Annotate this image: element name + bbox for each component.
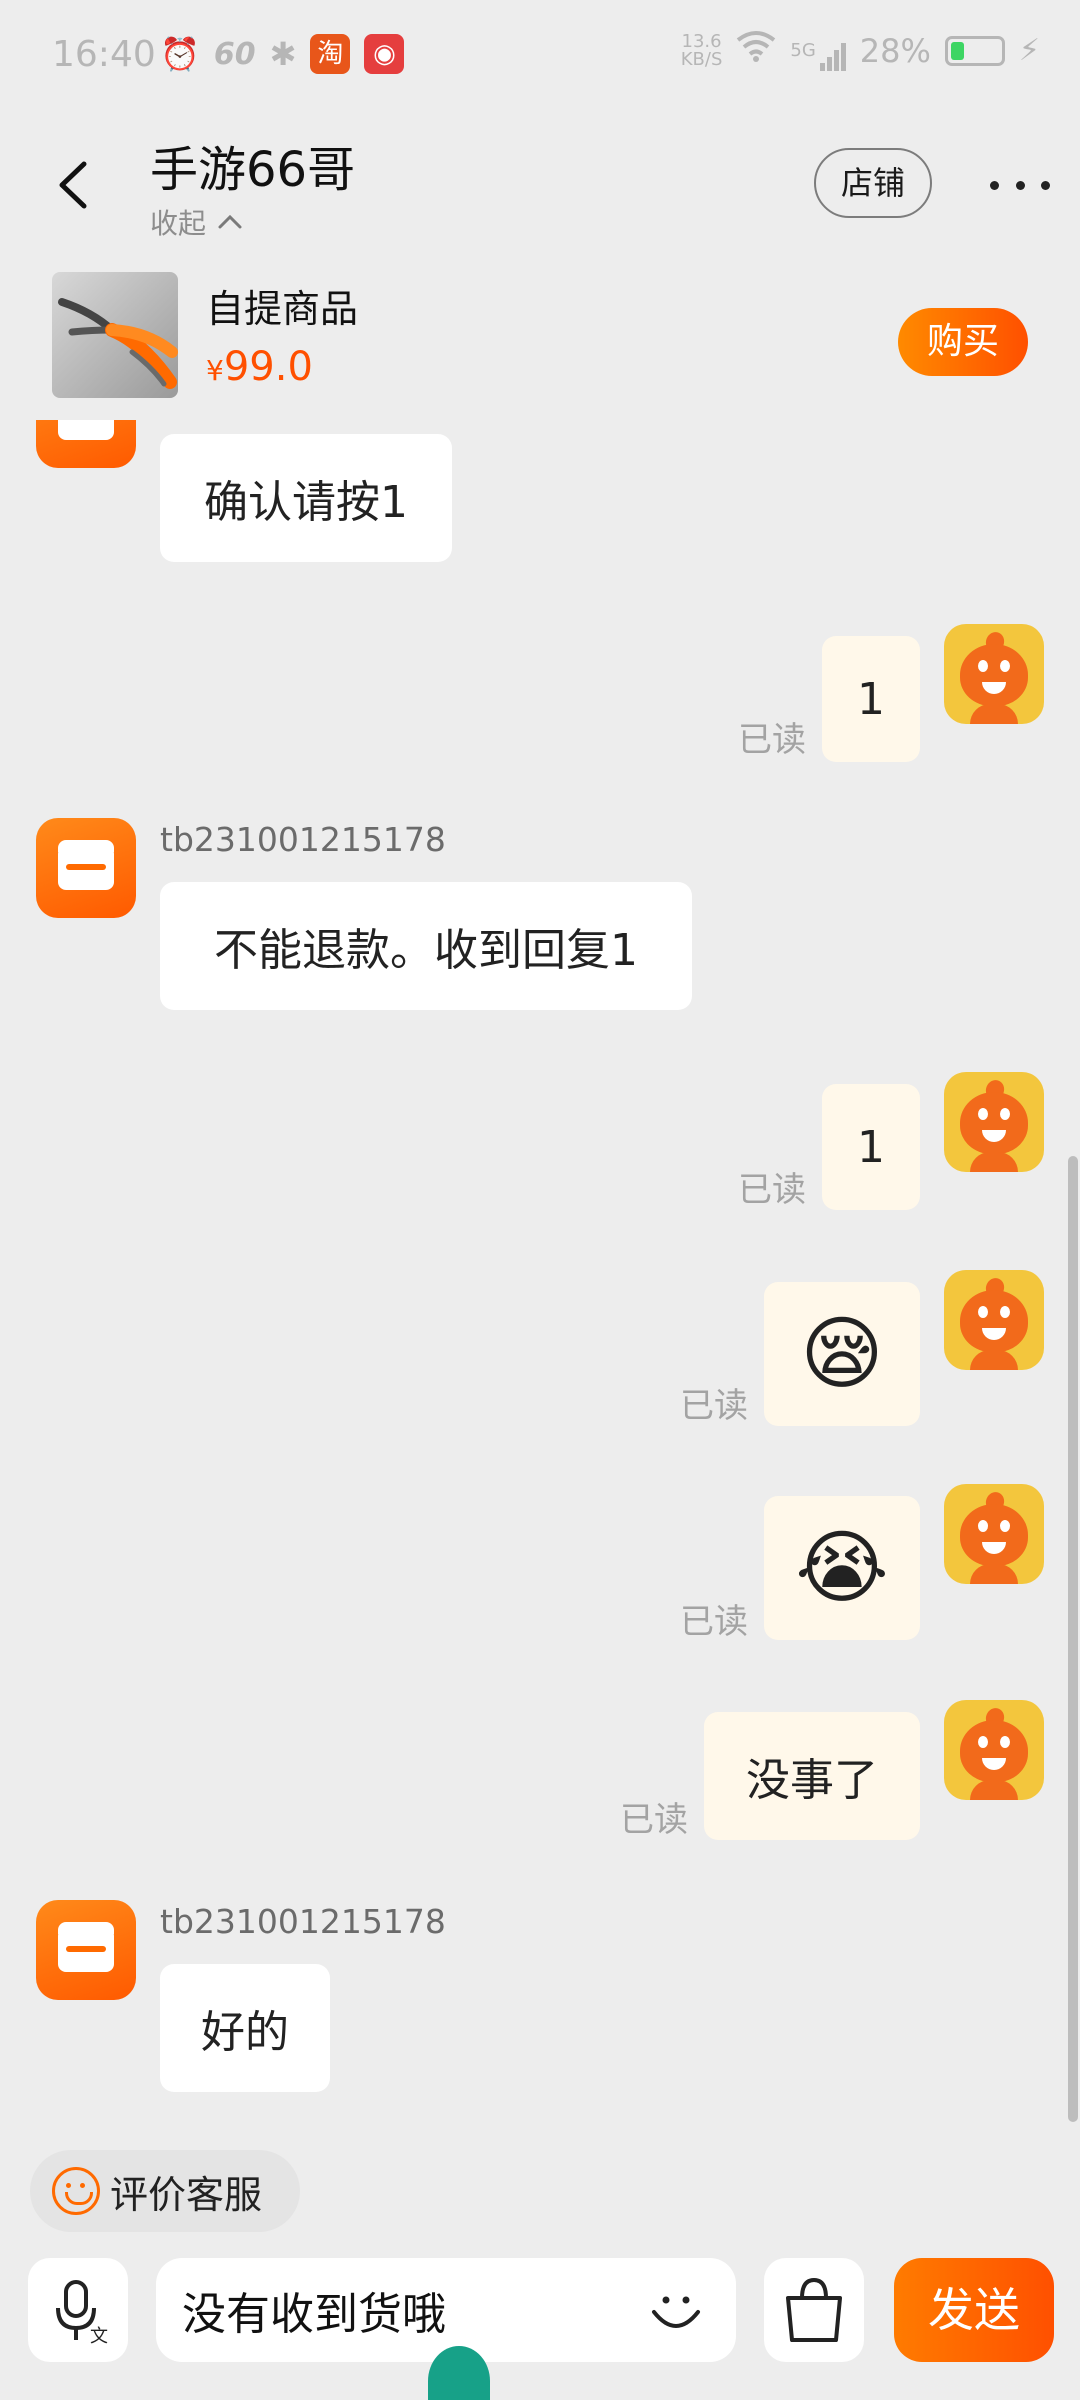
read-status: 已读 <box>738 1170 806 1210</box>
microphone-icon: 文 <box>56 2280 108 2347</box>
wifi-icon <box>736 30 776 71</box>
emoji-bubble[interactable]: 😪 <box>764 1282 920 1426</box>
rate-service-button[interactable]: 评价客服 <box>30 2150 300 2232</box>
taobao-notification-icon: 淘 <box>310 34 351 74</box>
shopping-bag-button[interactable] <box>764 2258 864 2362</box>
battery-percent: 28% <box>859 31 931 70</box>
status-bar: 16:40 ⏰ 60 ✱ 淘 ◉ 13.6 KB/S 5G 28% ⚡ <box>0 0 1080 110</box>
user-avatar[interactable] <box>944 1700 1044 1800</box>
chevron-left-icon <box>59 161 87 209</box>
message-bubble[interactable]: 没事了 <box>704 1712 920 1840</box>
status-left-icons: ⏰ 60 ✱ 淘 ◉ <box>160 34 405 74</box>
more-options-icon[interactable] <box>990 170 1050 200</box>
product-price: ¥99.0 <box>206 344 313 390</box>
message-bubble[interactable]: 1 <box>822 1084 920 1210</box>
battery-icon <box>944 35 1005 66</box>
read-status: 已读 <box>680 1386 748 1426</box>
user-avatar[interactable] <box>944 1270 1044 1370</box>
shop-button[interactable]: 店铺 <box>814 148 932 218</box>
collapse-label: 收起 <box>150 207 207 240</box>
user-avatar[interactable] <box>944 1072 1044 1172</box>
chevron-up-icon <box>218 214 242 229</box>
price-currency: ¥ <box>206 354 224 387</box>
net-speed-value: 13.6 <box>681 30 722 52</box>
message-bubble[interactable]: 不能退款。收到回复1 <box>160 882 692 1010</box>
buy-button[interactable]: 购买 <box>898 308 1028 376</box>
sender-name: tb231001215178 <box>160 820 446 859</box>
refresh-rate: 60 <box>213 36 256 72</box>
status-time: 16:40 <box>52 34 156 75</box>
message-bubble[interactable]: 1 <box>822 636 920 762</box>
emoji-bubble[interactable]: 😭 <box>764 1496 920 1640</box>
back-button[interactable] <box>50 150 96 220</box>
read-status: 已读 <box>680 1602 748 1642</box>
user-avatar[interactable] <box>944 624 1044 724</box>
read-status: 已读 <box>620 1800 688 1840</box>
chat-header: 手游66哥 收起 店铺 <box>0 110 1080 260</box>
crying-face-emoji: 😭 <box>795 1521 889 1614</box>
net-speed-unit: KB/S <box>680 48 723 70</box>
status-right: 13.6 KB/S 5G 28% ⚡ <box>681 30 1040 71</box>
voice-to-text-button[interactable]: 文 <box>28 2258 128 2362</box>
network-type: 5G <box>790 39 816 61</box>
shopping-bag-icon <box>786 2277 842 2342</box>
rate-service-label: 评价客服 <box>110 2172 263 2217</box>
shop-avatar[interactable] <box>36 818 136 918</box>
alarm-icon: ⏰ <box>160 35 200 73</box>
sender-name: tb231001215178 <box>160 1902 446 1941</box>
composer-bar: 文 发送 <box>0 2250 1080 2400</box>
collapse-toggle[interactable]: 收起 <box>150 202 244 242</box>
smile-icon <box>52 2167 100 2215</box>
shop-avatar[interactable] <box>36 420 136 468</box>
net-speed: 13.6 KB/S <box>680 30 723 70</box>
chat-scrollbar[interactable] <box>1068 1156 1078 2122</box>
signal-icon: 5G <box>790 31 846 71</box>
bluetooth-icon: ✱ <box>269 35 297 73</box>
product-name: 自提商品 <box>206 287 359 331</box>
read-status: 已读 <box>738 720 806 760</box>
price-value: 99.0 <box>223 344 313 390</box>
music-app-notification-icon: ◉ <box>364 34 405 74</box>
charging-icon: ⚡ <box>1018 33 1040 68</box>
emoji-picker-icon[interactable] <box>646 2280 706 2340</box>
svg-text:文: 文 <box>90 2326 108 2347</box>
shop-avatar[interactable] <box>36 1900 136 2000</box>
message-bubble[interactable]: 确认请按1 <box>160 434 452 562</box>
sad-face-emoji: 😪 <box>800 1307 884 1400</box>
battery-level <box>950 41 965 60</box>
chat-title: 手游66哥 <box>150 142 356 198</box>
message-bubble[interactable]: 好的 <box>160 1964 330 2092</box>
send-button[interactable]: 发送 <box>894 2258 1054 2362</box>
product-thumbnail <box>52 272 178 398</box>
chat-messages[interactable]: 确认请按1 1 已读 tb231001215178 不能退款。收到回复1 1 已… <box>0 420 1080 2120</box>
user-avatar[interactable] <box>944 1484 1044 1584</box>
product-card[interactable]: 自提商品 ¥99.0 购买 <box>0 268 1080 410</box>
